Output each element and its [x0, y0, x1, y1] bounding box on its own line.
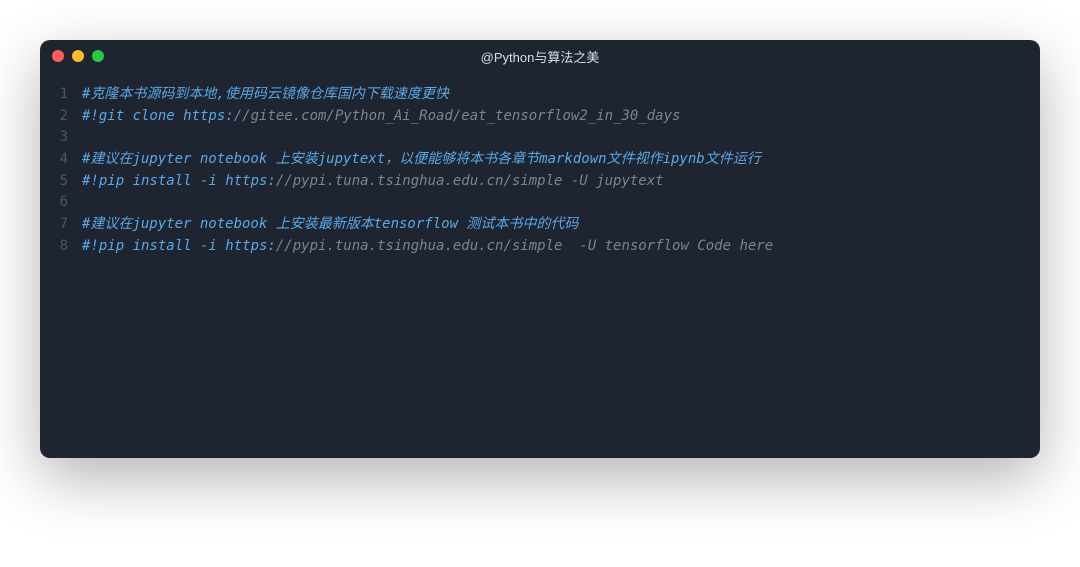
code-line: 8#!pip install -i https://pypi.tuna.tsin…: [40, 236, 1040, 258]
line-content: #!pip install -i https://pypi.tuna.tsing…: [82, 171, 1040, 193]
window-title: @Python与算法之美: [481, 47, 600, 66]
code-line: 7#建议在jupyter notebook 上安装最新版本tensorflow …: [40, 214, 1040, 236]
line-content: #!pip install -i https://pypi.tuna.tsing…: [82, 236, 1040, 258]
code-line: 3: [40, 127, 1040, 149]
code-token: #!pip install -i https:: [82, 238, 276, 254]
code-line: 4#建议在jupyter notebook 上安装jupytext，以便能够将本…: [40, 149, 1040, 171]
code-line: 1#克隆本书源码到本地,使用码云镜像仓库国内下载速度更快: [40, 84, 1040, 106]
line-content: #克隆本书源码到本地,使用码云镜像仓库国内下载速度更快: [82, 84, 1040, 106]
traffic-lights: [52, 50, 104, 62]
titlebar: @Python与算法之美: [40, 40, 1040, 72]
maximize-icon[interactable]: [92, 50, 104, 62]
line-content: [82, 192, 1040, 214]
line-number: 3: [40, 127, 82, 149]
line-number: 4: [40, 149, 82, 171]
line-number: 6: [40, 192, 82, 214]
code-token: //pypi.tuna.tsinghua.edu.cn/simple -U te…: [276, 238, 773, 254]
code-token: #克隆本书源码到本地,使用码云镜像仓库国内下载速度更快: [82, 86, 449, 102]
code-token: //pypi.tuna.tsinghua.edu.cn/simple -U ju…: [276, 173, 664, 189]
code-token: #建议在jupyter notebook 上安装最新版本tensorflow 测…: [82, 216, 578, 232]
line-number: 7: [40, 214, 82, 236]
code-line: 6: [40, 192, 1040, 214]
line-content: #建议在jupyter notebook 上安装jupytext，以便能够将本书…: [82, 149, 1040, 171]
minimize-icon[interactable]: [72, 50, 84, 62]
code-token: #!pip install -i https:: [82, 173, 276, 189]
code-line: 2#!git clone https://gitee.com/Python_Ai…: [40, 106, 1040, 128]
line-number: 8: [40, 236, 82, 258]
close-icon[interactable]: [52, 50, 64, 62]
line-number: 1: [40, 84, 82, 106]
terminal-window: @Python与算法之美 1#克隆本书源码到本地,使用码云镜像仓库国内下载速度更…: [40, 40, 1040, 458]
line-content: [82, 127, 1040, 149]
code-line: 5#!pip install -i https://pypi.tuna.tsin…: [40, 171, 1040, 193]
line-number: 2: [40, 106, 82, 128]
code-token: #建议在jupyter notebook 上安装jupytext，以便能够将本书…: [82, 151, 761, 167]
code-token: //gitee.com/Python_Ai_Road/eat_tensorflo…: [234, 108, 681, 124]
line-content: #建议在jupyter notebook 上安装最新版本tensorflow 测…: [82, 214, 1040, 236]
line-number: 5: [40, 171, 82, 193]
code-token: #!git clone https:: [82, 108, 234, 124]
line-content: #!git clone https://gitee.com/Python_Ai_…: [82, 106, 1040, 128]
code-area[interactable]: 1#克隆本书源码到本地,使用码云镜像仓库国内下载速度更快2#!git clone…: [40, 72, 1040, 458]
